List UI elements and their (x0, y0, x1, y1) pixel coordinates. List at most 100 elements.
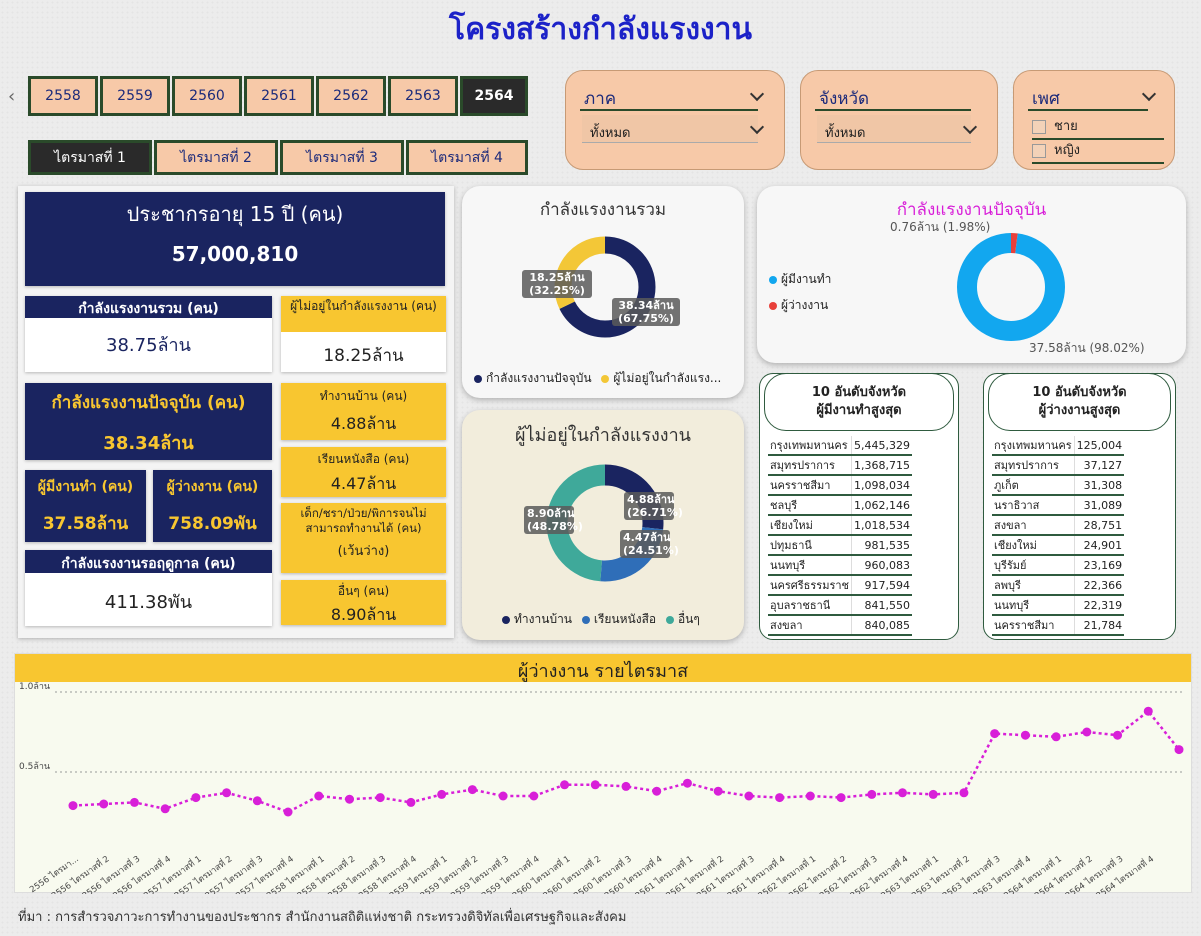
data-point[interactable] (590, 780, 600, 790)
year-button-2559[interactable]: 2559 (100, 76, 170, 116)
year-button-2561[interactable]: 2561 (244, 76, 314, 116)
table-row[interactable]: สมุทรปราการ 37,127 (992, 455, 1125, 476)
data-point[interactable] (406, 797, 416, 807)
year-button-2564[interactable]: 2564 (460, 76, 528, 116)
data-point[interactable] (222, 788, 232, 798)
seasonal-card: กำลังแรงงานรอฤดูกาล (คน) 411.38พัน (25, 550, 272, 626)
quarter-button-2[interactable]: ไตรมาสที่ 2 (154, 140, 278, 175)
data-point[interactable] (1143, 706, 1153, 716)
province-name: ภูเก็ต (992, 475, 1075, 496)
data-point[interactable] (1113, 730, 1123, 740)
sex-option-female[interactable]: หญิง (1032, 139, 1164, 164)
year-button-2558[interactable]: 2558 (28, 76, 98, 116)
data-point[interactable] (375, 793, 385, 803)
data-point[interactable] (68, 801, 78, 811)
employed-value: 37.58ล้าน (42, 514, 129, 534)
table-row[interactable]: นราธิวาส 31,089 (992, 495, 1125, 516)
data-point[interactable] (345, 794, 354, 804)
data-point[interactable] (283, 807, 293, 817)
legend-dot (769, 275, 777, 284)
chevron-down-icon[interactable] (1141, 86, 1157, 102)
chevron-down-icon[interactable] (749, 86, 765, 102)
province-count: 37,127 (1073, 455, 1125, 476)
table-row[interactable]: ชลบุรี 1,062,146 (768, 495, 912, 516)
table-row[interactable]: เชียงใหม่ 24,901 (992, 535, 1125, 556)
quarter-button-3[interactable]: ไตรมาสที่ 3 (280, 140, 404, 175)
data-point[interactable] (682, 778, 692, 788)
province-name: สงขลา (992, 515, 1075, 536)
unemployed-line-chart-card: ผู้ว่างงาน รายไตรมาส 1.0ล้าน 0.5ล้าน 2556 … (14, 653, 1193, 894)
province-dropdown[interactable]: ทั้งหมด (817, 115, 971, 143)
data-point[interactable] (191, 793, 201, 803)
table-row[interactable]: กรุงเทพมหานคร 125,004 (992, 436, 1125, 456)
year-button-2560[interactable]: 2560 (172, 76, 242, 116)
table-row[interactable]: นนทบุรี 960,083 (768, 555, 912, 576)
data-point[interactable] (498, 791, 508, 801)
data-point[interactable] (652, 786, 662, 796)
sex-option-male[interactable]: ชาย (1032, 115, 1164, 140)
unemployed-line-chart[interactable]: 1.0ล้าน0.5ล้าน2556 ไตรมา...2556 ไตรมาสที… (15, 682, 1193, 894)
year-button-2562[interactable]: 2562 (316, 76, 386, 116)
table-row[interactable]: สงขลา 840,085 (768, 615, 912, 636)
data-point[interactable] (314, 791, 324, 801)
table-row[interactable]: นครราชสีมา 1,098,034 (768, 475, 912, 496)
table-row[interactable]: เชียงใหม่ 1,018,534 (768, 515, 912, 536)
lf-total-label: กำลังแรงงานรวม (คน) (25, 296, 272, 318)
unable-value: (เว้นว่าง) (337, 544, 390, 559)
data-point[interactable] (252, 796, 262, 806)
province-count: 22,366 (1073, 575, 1125, 596)
table-row[interactable]: นนทบุรี 22,319 (992, 595, 1125, 616)
data-point[interactable] (1174, 745, 1184, 755)
data-point[interactable] (805, 791, 815, 801)
lf-current-card: กำลังแรงงานปัจจุบัน (คน) 38.34ล้าน (25, 383, 272, 460)
table-row[interactable]: นครราชสีมา 21,784 (992, 615, 1125, 636)
chevron-left-icon[interactable]: ‹ (8, 86, 15, 107)
region-dropdown[interactable]: ทั้งหมด (582, 115, 758, 143)
data-point[interactable] (836, 793, 846, 803)
province-count: 917,594 (851, 575, 912, 596)
data-point[interactable] (467, 785, 477, 795)
donut-label-unemployed: 0.76ล้าน (1.98%) (890, 220, 991, 234)
data-point[interactable] (529, 791, 539, 801)
table-row[interactable]: นครศรีธรรมราช 917,594 (768, 575, 912, 596)
table-row[interactable]: อุบลราชธานี 841,550 (768, 595, 912, 616)
donut-legend: ผู้มีงานทำ ผู้ว่างงาน (769, 266, 831, 318)
table-row[interactable]: ภูเก็ต 31,308 (992, 475, 1125, 496)
data-point[interactable] (928, 789, 938, 799)
data-point[interactable] (621, 781, 631, 791)
data-point[interactable] (129, 797, 139, 807)
rank-unemployed-title: 10 อันดับจังหวัด ผู้ว่างงานสูงสุด (988, 373, 1171, 431)
lf-total-value: 38.75ล้าน (106, 335, 191, 356)
data-point[interactable] (744, 791, 754, 801)
checkbox[interactable] (1032, 143, 1046, 158)
seasonal-value: 411.38พัน (104, 592, 193, 613)
data-point[interactable] (560, 780, 570, 790)
data-point[interactable] (990, 729, 1000, 739)
data-point[interactable] (1020, 730, 1030, 740)
quarter-button-4[interactable]: ไตรมาสที่ 4 (406, 140, 528, 175)
data-point[interactable] (1051, 732, 1061, 742)
data-point[interactable] (160, 804, 170, 814)
quarter-button-1[interactable]: ไตรมาสที่ 1 (28, 140, 152, 175)
lf-current-donut[interactable] (954, 230, 1068, 344)
data-point[interactable] (437, 789, 447, 799)
table-row[interactable]: สงขลา 28,751 (992, 515, 1125, 536)
donut-slice-employed[interactable] (957, 233, 1065, 341)
data-point[interactable] (898, 788, 907, 798)
table-row[interactable]: กรุงเทพมหานคร 5,445,329 (768, 436, 912, 456)
province-name: บุรีรัมย์ (992, 555, 1075, 576)
data-point[interactable] (713, 786, 723, 796)
data-point[interactable] (867, 789, 877, 799)
chart-title: ผู้ว่างงาน รายไตรมาส (15, 654, 1191, 682)
data-point[interactable] (1082, 727, 1092, 737)
year-button-2563[interactable]: 2563 (388, 76, 458, 116)
province-name: สมุทรปราการ (768, 455, 852, 476)
table-row[interactable]: ลพบุรี 22,366 (992, 575, 1125, 596)
table-row[interactable]: ปทุมธานี 981,535 (768, 535, 912, 556)
data-point[interactable] (99, 799, 109, 809)
data-point[interactable] (959, 788, 969, 798)
checkbox[interactable] (1032, 119, 1046, 134)
table-row[interactable]: บุรีรัมย์ 23,169 (992, 555, 1125, 576)
table-row[interactable]: สมุทรปราการ 1,368,715 (768, 455, 912, 476)
data-point[interactable] (775, 793, 785, 803)
